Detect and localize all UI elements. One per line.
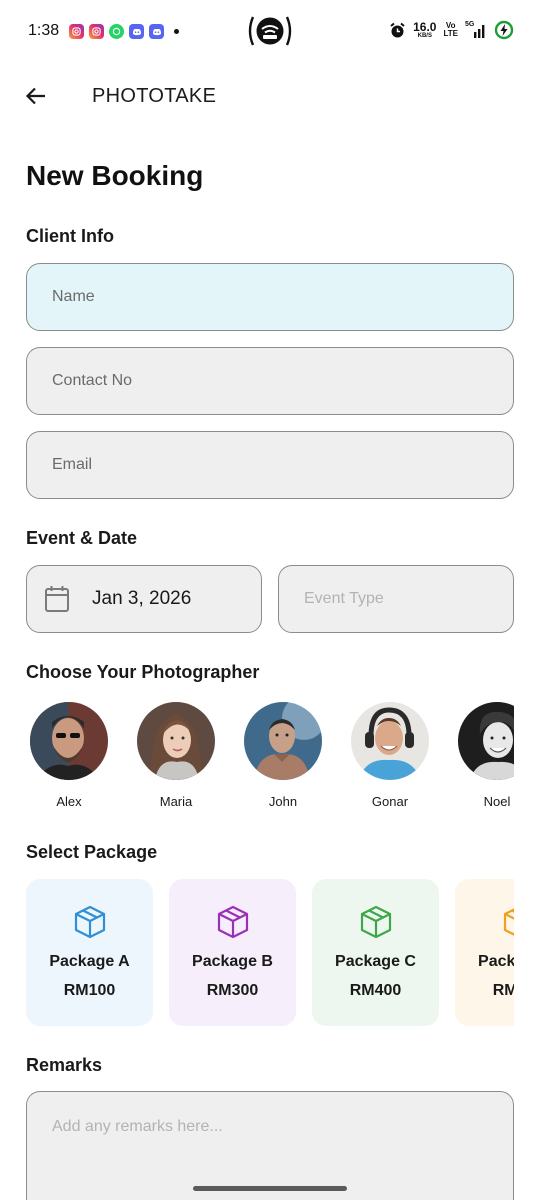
package-icon [360,905,391,939]
package-price: RM500 [492,982,514,999]
photographer-name: Alex [56,794,82,809]
client-info-label: Client Info [26,226,114,246]
system-icons: 16.0 KB/S Vo LTE 5G [389,20,514,40]
photographer-label: Choose Your Photographer [26,662,260,682]
photographer-name: Gonar [371,794,409,809]
package-icon [74,905,105,939]
net-speed: 16.0 KB/S [413,21,436,39]
avatar [458,702,514,780]
avatar [351,702,429,780]
discord-icon [129,24,144,39]
instagram-icon [69,24,84,39]
status-bar: 1:38 16.0 KB/S Vo LTE 5G [0,0,540,64]
avatar [244,702,322,780]
alarm-icon [390,22,405,37]
name-input[interactable]: Name [26,263,514,331]
package-card-c[interactable]: Package C RM400 [312,879,439,1026]
net-speed-unit: KB/S [417,33,432,39]
date-picker[interactable]: Jan 3, 2026 [26,565,262,633]
photographer-name: Noel [483,794,511,809]
discord-icon [149,24,164,39]
volte-bottom: LTE [443,29,458,38]
package-name: Package C [335,953,416,970]
package-name: Package A [49,953,130,970]
contact-input[interactable]: Contact No [26,347,514,415]
back-button[interactable] [22,82,50,110]
remarks-label: Remarks [26,1055,103,1075]
package-name: Package B [192,953,273,970]
event-date-label: Event & Date [26,528,138,548]
email-input[interactable]: Email [26,431,514,499]
photographer-gonar[interactable]: Gonar [345,702,435,809]
photographer-name: John [268,794,298,809]
signal-icon: 5G [465,21,487,39]
package-list: Package A RM100 Package B RM300 Package … [0,879,514,1027]
avatar [30,702,108,780]
photographer-alex[interactable]: Alex [24,702,114,809]
package-card-a[interactable]: Package A RM100 [26,879,153,1026]
package-label: Select Package [26,842,158,862]
package-card-d[interactable]: Package D RM500 [455,879,514,1026]
photographer-maria[interactable]: Maria [131,702,221,809]
package-card-b[interactable]: Package B RM300 [169,879,296,1026]
notification-icons [69,24,179,39]
more-notifications-icon [174,29,179,34]
calendar-icon [45,586,69,612]
event-type-input[interactable]: Event Type [278,565,514,633]
net-speed-value: 16.0 [413,20,437,34]
package-icon [503,908,514,936]
volte-indicator: Vo LTE [443,22,458,38]
package-name: Package D [478,953,514,970]
hotspot-icon [247,14,293,48]
photographer-john[interactable]: John [238,702,328,809]
status-time: 1:38 [28,22,60,39]
remarks-input[interactable]: Add any remarks here... [26,1091,514,1200]
package-icon [217,905,248,939]
home-indicator[interactable] [193,1186,347,1191]
app-bar: PHOTOTAKE [0,72,540,120]
photographer-name: Maria [159,794,193,809]
battery-charging-icon [494,20,514,40]
arrow-left-icon [25,87,45,105]
app-title: PHOTOTAKE [92,85,217,107]
photographer-noel[interactable]: Noel [452,702,514,809]
instagram-icon [89,24,104,39]
photographer-list: Alex Maria John Gonar Noel [0,702,514,812]
whatsapp-icon [109,24,124,39]
page-title: New Booking [26,160,204,191]
package-price: RM100 [63,982,116,999]
date-value: Jan 3, 2026 [92,588,192,609]
avatar [137,702,215,780]
package-price: RM300 [206,982,259,999]
package-price: RM400 [349,982,402,999]
